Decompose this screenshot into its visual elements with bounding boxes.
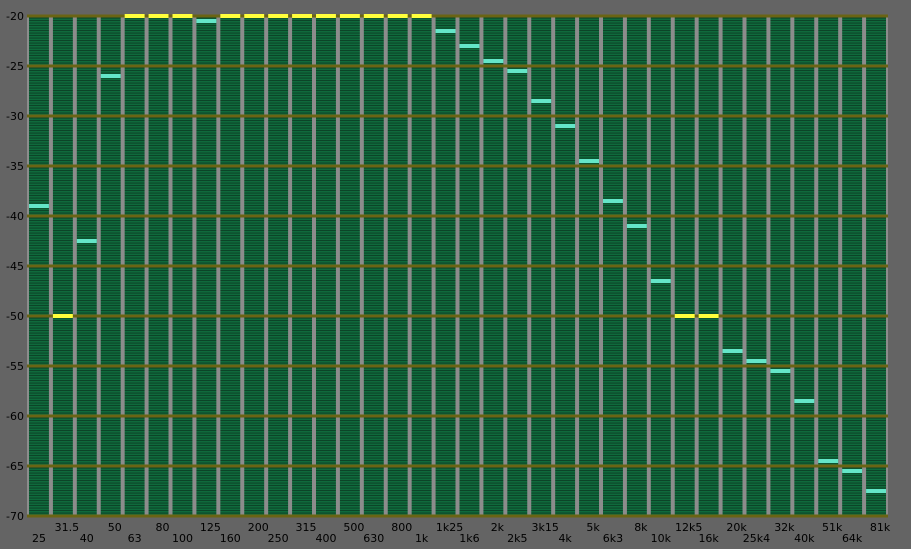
major-gridline	[27, 514, 888, 518]
y-tick-label: -65	[6, 460, 24, 473]
y-tick-label: -45	[6, 260, 24, 273]
peak-marker	[220, 14, 241, 18]
y-tick-label: -55	[6, 360, 24, 373]
x-tick-label: 51k	[822, 521, 843, 534]
peak-marker	[555, 124, 576, 128]
peak-marker	[196, 19, 217, 23]
peak-marker	[842, 469, 863, 473]
peak-marker	[244, 14, 265, 18]
y-tick-label: -50	[6, 310, 24, 323]
peak-marker	[339, 14, 360, 18]
major-gridline	[27, 314, 888, 318]
x-tick-label: 630	[363, 532, 384, 545]
x-tick-label: 64k	[842, 532, 863, 545]
x-tick-label: 160	[220, 532, 241, 545]
x-tick-label: 81k	[870, 521, 891, 534]
major-gridline	[27, 364, 888, 368]
x-tick-label: 31.5	[55, 521, 80, 534]
x-tick-label: 8k	[634, 521, 648, 534]
major-gridline	[27, 114, 888, 118]
peak-marker	[29, 204, 49, 208]
peak-marker	[100, 74, 121, 78]
x-tick-label: 315	[296, 521, 317, 534]
x-tick-label: 50	[108, 521, 122, 534]
x-tick-label: 400	[315, 532, 336, 545]
major-gridline	[27, 464, 888, 468]
major-gridline	[27, 64, 888, 68]
peak-marker	[746, 359, 767, 363]
x-tick-label: 40	[80, 532, 94, 545]
x-tick-label: 5k	[586, 521, 600, 534]
x-tick-label: 125	[200, 521, 221, 534]
peak-marker	[459, 44, 480, 48]
x-tick-label: 2k	[491, 521, 505, 534]
x-tick-label: 4k	[558, 532, 572, 545]
peak-marker	[76, 239, 97, 243]
x-tick-label: 80	[156, 521, 170, 534]
x-tick-label: 250	[268, 532, 289, 545]
y-tick-label: -30	[6, 110, 24, 123]
peak-marker	[674, 314, 695, 318]
peak-marker	[794, 399, 815, 403]
peak-marker	[52, 314, 73, 318]
spectrum-analyzer-chart: -20 -25 -30 -35 -40 -45 -50 -55 -60 -65 -70 25 31.5…	[0, 0, 911, 549]
peak-marker	[770, 369, 791, 373]
peak-marker	[148, 14, 169, 18]
x-tick-label: 3k15	[532, 521, 559, 534]
peak-marker	[483, 59, 504, 63]
y-tick-label: -70	[6, 510, 24, 523]
peak-marker	[603, 199, 623, 203]
x-tick-label: 25k4	[743, 532, 770, 545]
peak-marker	[124, 14, 145, 18]
y-tick-label: -25	[6, 60, 24, 73]
major-gridline	[27, 214, 888, 218]
peak-marker	[316, 14, 336, 18]
peak-marker	[411, 14, 432, 18]
x-tick-label: 1k	[415, 532, 429, 545]
x-tick-label: 200	[248, 521, 269, 534]
peak-marker	[387, 14, 408, 18]
peak-marker	[292, 14, 312, 18]
y-tick-label: -40	[6, 210, 24, 223]
y-tick-label: -35	[6, 160, 24, 173]
x-tick-label: 40k	[794, 532, 815, 545]
x-tick-label: 100	[172, 532, 193, 545]
plot-area	[27, 14, 888, 518]
peak-marker	[722, 349, 743, 353]
peak-marker	[818, 459, 839, 463]
major-gridline	[27, 264, 888, 268]
peak-marker	[507, 69, 528, 73]
peak-marker	[435, 29, 456, 33]
x-tick-label: 500	[343, 521, 364, 534]
peak-marker	[531, 99, 552, 103]
peak-marker	[172, 14, 193, 18]
peak-marker	[698, 314, 719, 318]
x-tick-label: 32k	[774, 521, 795, 534]
x-tick-label: 10k	[651, 532, 672, 545]
x-tick-label: 63	[128, 532, 142, 545]
major-gridline	[27, 414, 888, 418]
x-tick-label: 6k3	[603, 532, 623, 545]
x-tick-label: 25	[32, 532, 46, 545]
x-tick-label: 800	[391, 521, 412, 534]
peak-marker	[363, 14, 384, 18]
peak-marker	[626, 224, 647, 228]
peak-marker	[579, 159, 599, 163]
x-tick-label: 2k5	[507, 532, 527, 545]
y-tick-label: -20	[6, 10, 24, 23]
major-gridline	[27, 164, 888, 168]
peak-marker	[650, 279, 671, 283]
peak-marker	[866, 489, 886, 493]
x-tick-label: 1k6	[459, 532, 479, 545]
x-tick-label: 16k	[698, 532, 719, 545]
y-tick-label: -60	[6, 410, 24, 423]
peak-marker	[268, 14, 289, 18]
